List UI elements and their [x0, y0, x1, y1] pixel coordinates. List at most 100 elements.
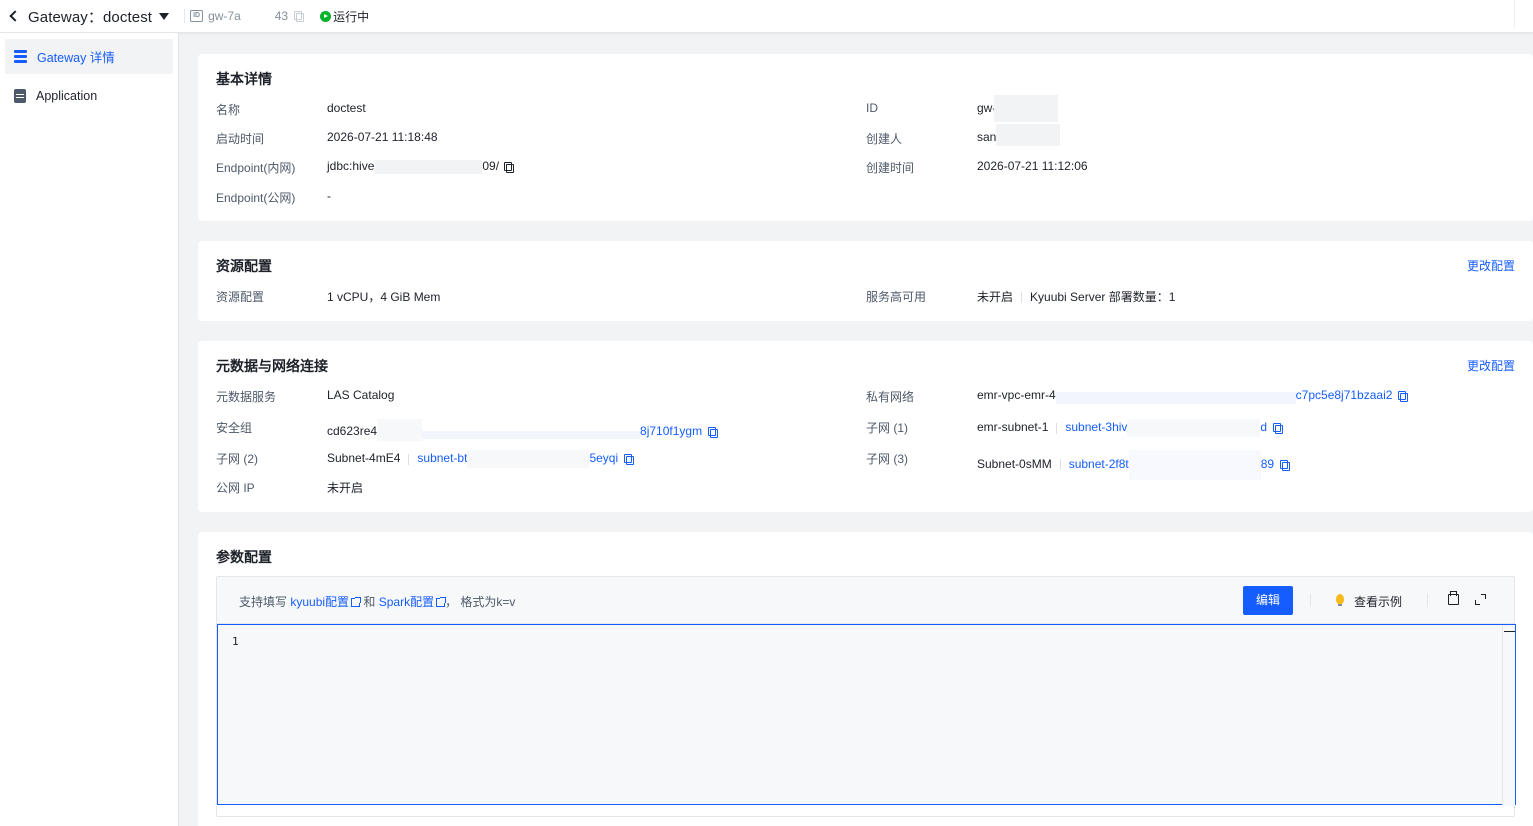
- creator-label: 创建人: [866, 132, 903, 146]
- redacted-mask: [1055, 392, 1296, 404]
- redacted-mask: [377, 419, 423, 441]
- hint-suffix: ， 格式为k=v: [445, 595, 516, 609]
- vpc-value: emr-vpc-emr-4 c7pc5e8j71bzaai2: [977, 388, 1409, 404]
- start-time-label: 启动时间: [216, 132, 265, 146]
- public-ip-label: 公网 IP: [216, 481, 255, 495]
- sidebar-item-application[interactable]: Application: [5, 78, 173, 113]
- subnet-2-id-prefix: subnet-bt: [417, 451, 468, 466]
- divider: [1514, 0, 1515, 28]
- endpoint-prefix: jdbc:hive: [327, 159, 375, 173]
- id-label: ID: [866, 101, 878, 115]
- redacted-mask: [374, 159, 483, 174]
- subnet-2-name: Subnet-4mE4: [327, 451, 401, 466]
- divider: [1056, 422, 1058, 434]
- print-icon[interactable]: [1448, 591, 1459, 605]
- hint-and: 和: [360, 595, 379, 609]
- ha-status: 未开启: [977, 290, 1014, 304]
- kyuubi-config-link[interactable]: kyuubi配置: [290, 595, 362, 609]
- copy-icon[interactable]: [624, 454, 635, 465]
- security-group-id-link[interactable]: 8j710f1ygm: [640, 424, 702, 438]
- document-icon: [14, 88, 26, 103]
- lightbulb-icon: [1336, 594, 1344, 606]
- subnet-3-id-link[interactable]: subnet-2f8t 89: [1068, 450, 1275, 480]
- id-icon: ID: [190, 10, 204, 22]
- section-title: 基本详情: [216, 71, 272, 87]
- status-badge: 运行中: [333, 9, 370, 24]
- redacted-mask: [1127, 419, 1261, 437]
- creator-value: san: [977, 124, 1061, 146]
- copy-icon[interactable]: [294, 11, 305, 22]
- divider: [1021, 292, 1023, 304]
- divider: [1059, 459, 1061, 471]
- sidebar-item-gateway-detail[interactable]: Gateway 详情: [5, 39, 173, 74]
- subnet-3-id-suffix: 89: [1260, 457, 1275, 471]
- divider: [1310, 594, 1311, 607]
- divider: [408, 453, 410, 465]
- copy-icon[interactable]: [1280, 459, 1291, 471]
- fullscreen-icon[interactable]: [1475, 594, 1486, 605]
- subnet-1-id-link[interactable]: subnet-3hiv d: [1065, 419, 1268, 437]
- subnet-3-value: Subnet-0sMM subnet-2f8t 89: [977, 450, 1291, 480]
- subnet-3-id-prefix: subnet-2f8t: [1068, 457, 1129, 471]
- spark-config-link[interactable]: Spark配置: [378, 595, 447, 609]
- external-link-icon: [436, 597, 447, 607]
- resource-label: 资源配置: [216, 290, 265, 304]
- resource-value: 1 vCPU，4 GiB Mem: [327, 290, 441, 304]
- copy-icon[interactable]: [504, 161, 515, 173]
- copy-icon[interactable]: [1273, 423, 1284, 434]
- vpc-label: 私有网络: [866, 390, 915, 404]
- hint-prefix: 支持填写: [239, 595, 291, 609]
- subnet-2-id-link[interactable]: subnet-bt 5eyqi: [417, 450, 618, 468]
- metadata-service-label: 元数据服务: [216, 390, 277, 404]
- view-example-link[interactable]: 查看示例: [1354, 593, 1402, 610]
- created-time-label: 创建时间: [866, 161, 915, 175]
- running-status-icon: [320, 10, 332, 22]
- endpoint-internal-label: Endpoint(内网): [216, 161, 296, 175]
- endpoint-public-value: -: [327, 189, 331, 203]
- subnet-1-label: 子网 (1): [866, 421, 909, 435]
- subnet-2-label: 子网 (2): [216, 452, 259, 466]
- copy-icon[interactable]: [708, 426, 719, 438]
- name-label: 名称: [216, 103, 241, 117]
- code-editor[interactable]: 1: [217, 624, 1516, 806]
- metadata-network-card: 元数据与网络连接 更改配置 元数据服务 LAS Catalog 安全组 cd62…: [198, 341, 1533, 512]
- parameter-editor-panel: 支持填写 kyuubi配置 和 Spark配置， 格式为k=v 编辑 查看示例 …: [216, 576, 1516, 817]
- gateway-id: gw-7a 43: [208, 9, 288, 23]
- subnet-3-name: Subnet-0sMM: [977, 457, 1052, 471]
- editor-scrollbar[interactable]: [1502, 625, 1515, 806]
- divider: [184, 9, 186, 23]
- created-time-value: 2026-07-21 11:12:06: [977, 159, 1088, 173]
- edit-network-config-link[interactable]: 更改配置: [1467, 357, 1515, 374]
- id-value: gw-: [977, 95, 1059, 122]
- subnet-3-label: 子网 (3): [866, 452, 909, 466]
- spark-config-label: Spark配置: [378, 595, 435, 609]
- parameter-config-card: 参数配置 支持填写 kyuubi配置 和 Spark配置 ， 格式为k=v 编辑 …: [198, 532, 1533, 826]
- external-link-icon: [351, 597, 362, 607]
- ha-value: 未开启 Kyuubi Server 部署数量：1: [977, 288, 1175, 305]
- subnet-1-id-prefix: subnet-3hiv: [1065, 420, 1128, 435]
- sidebar-item-label: Application: [36, 88, 98, 103]
- start-time-value: 2026-07-21 11:18:48: [327, 130, 438, 144]
- subnet-1-id-suffix: d: [1260, 420, 1268, 435]
- redacted-mask: [1128, 450, 1261, 480]
- sidebar-item-label: Gateway 详情: [37, 51, 115, 65]
- stack-icon: [14, 50, 27, 63]
- editor-toolbar: 支持填写 kyuubi配置 和 Spark配置 ， 格式为k=v 编辑 查看示例: [217, 577, 1514, 624]
- section-title: 元数据与网络连接: [216, 358, 328, 374]
- endpoint-public-label: Endpoint(公网): [216, 191, 296, 205]
- edit-resource-config-link[interactable]: 更改配置: [1467, 257, 1515, 274]
- ha-label: 服务高可用: [866, 290, 927, 304]
- subnet-1-name: emr-subnet-1: [977, 420, 1049, 435]
- edit-button[interactable]: 编辑: [1243, 586, 1293, 615]
- name-value: doctest: [327, 101, 366, 115]
- vpc-id-link[interactable]: c7pc5e8j71bzaai2: [1296, 388, 1393, 402]
- section-title: 资源配置: [216, 258, 272, 274]
- caret-down-icon[interactable]: [159, 12, 170, 20]
- gateway-id-prefix: gw-7a: [208, 9, 241, 23]
- page-header: Gateway：doctest ID gw-7a 43 运行中: [0, 0, 1533, 33]
- back-arrow-icon[interactable]: [9, 11, 19, 21]
- line-number: 1: [232, 635, 239, 648]
- redacted-mask: [240, 10, 275, 23]
- copy-icon[interactable]: [1398, 390, 1409, 402]
- kyuubi-config-label: kyuubi配置: [290, 595, 350, 609]
